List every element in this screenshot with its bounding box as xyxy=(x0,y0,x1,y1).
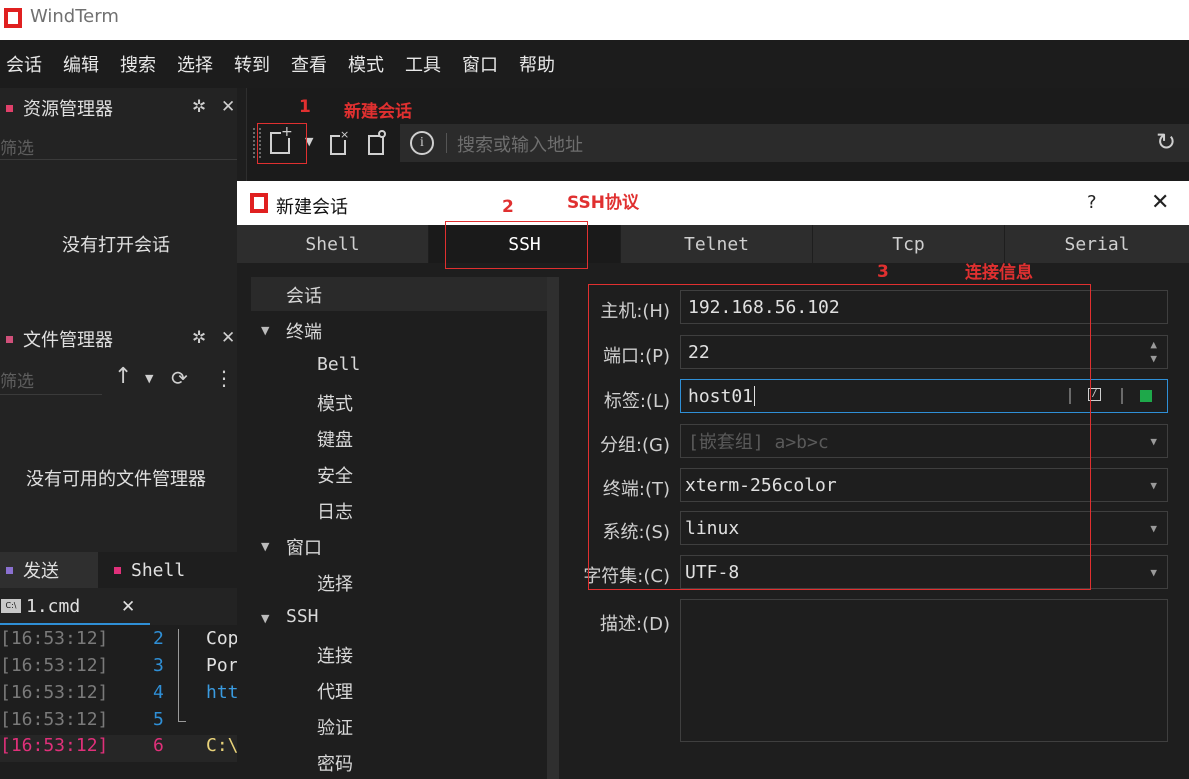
menu-window[interactable]: 窗口 xyxy=(462,51,498,77)
tree-item-auth[interactable]: 验证 xyxy=(317,714,353,740)
tab-send[interactable]: 发送 xyxy=(0,552,98,588)
tree-item-keyboard[interactable]: 键盘 xyxy=(317,426,353,452)
pane-marker-icon xyxy=(6,566,13,574)
menu-mode[interactable]: 模式 xyxy=(348,51,384,77)
chevron-down-icon[interactable]: ▼ xyxy=(1150,352,1157,365)
refresh-icon[interactable]: ⟳ xyxy=(171,366,188,390)
chevron-down-icon[interactable]: ▼ xyxy=(1150,522,1157,535)
info-icon[interactable]: i xyxy=(410,131,434,155)
close-icon[interactable]: ✕ xyxy=(121,597,135,617)
tab-shell-label: Shell xyxy=(131,559,186,581)
tree-item-bell[interactable]: Bell xyxy=(317,354,360,375)
annotation-box-3 xyxy=(588,284,1091,590)
pane-marker-icon xyxy=(6,104,13,112)
pane-marker-icon xyxy=(114,566,121,574)
tree-item-selection[interactable]: 选择 xyxy=(317,570,353,596)
chevron-down-icon[interactable]: ▼ xyxy=(261,540,269,553)
annotation-number-2: 2 xyxy=(502,197,514,217)
tree-item-password[interactable]: 密码 xyxy=(317,750,353,776)
divider xyxy=(446,133,447,153)
chevron-down-icon[interactable]: ▼ xyxy=(261,324,269,337)
tree-item-ssh[interactable]: SSH xyxy=(286,606,319,627)
annotation-box-2 xyxy=(445,221,588,269)
app-logo-icon xyxy=(250,193,268,213)
tab-telnet[interactable]: Telnet xyxy=(621,225,813,263)
tree-item-proxy[interactable]: 代理 xyxy=(317,678,353,704)
menu-search[interactable]: 搜索 xyxy=(120,51,156,77)
more-icon[interactable]: ⋮ xyxy=(214,366,234,390)
menu-session[interactable]: 会话 xyxy=(6,51,42,77)
dialog-title: 新建会话 xyxy=(276,197,348,218)
chevron-up-icon[interactable]: ▲ xyxy=(1150,338,1157,351)
close-button[interactable]: ✕ xyxy=(1151,190,1169,215)
settings-tree: 会话 ▼ 终端 Bell 模式 键盘 安全 日志 ▼ 窗口 选择 ▼ SSH 连… xyxy=(251,277,547,779)
file-empty-text: 没有可用的文件管理器 xyxy=(26,469,206,490)
log-view: [16:53:12] 2 Cop [16:53:12] 3 Por [16:53… xyxy=(0,625,239,779)
fold-guide xyxy=(178,721,186,722)
bottom-tab-bar: 发送 Shell xyxy=(0,552,237,588)
arrow-up-icon[interactable]: ↑ xyxy=(114,364,132,389)
address-bar[interactable]: i 搜索或输入地址 ↻ xyxy=(400,124,1189,162)
menu-help[interactable]: 帮助 xyxy=(519,51,555,77)
protocol-tabs: Shell SSH Telnet Tcp Serial xyxy=(237,225,1189,263)
app-logo-icon xyxy=(4,8,22,28)
tree-item-session[interactable]: 会话 xyxy=(286,282,322,308)
description-textarea[interactable] xyxy=(680,599,1168,742)
tab-shell[interactable]: Shell xyxy=(237,225,429,263)
annotation-number-1: 1 xyxy=(299,97,311,117)
pane-marker-icon xyxy=(6,335,13,343)
tree-item-mode[interactable]: 模式 xyxy=(317,390,353,416)
close-session-icon[interactable]: × xyxy=(330,129,350,155)
chevron-down-icon[interactable]: ▼ xyxy=(1150,435,1157,448)
chevron-down-icon[interactable]: ▼ xyxy=(261,612,269,625)
divider xyxy=(1121,388,1123,404)
menu-edit[interactable]: 编辑 xyxy=(63,51,99,77)
file-pane-title: 文件管理器 xyxy=(23,330,113,351)
menu-bar: 会话 编辑 搜索 选择 转到 查看 模式 工具 窗口 帮助 xyxy=(0,40,1189,88)
fold-guide xyxy=(178,629,179,721)
annotation-label-2: SSH协议 xyxy=(567,193,639,213)
menu-goto[interactable]: 转到 xyxy=(234,51,270,77)
chevron-down-icon[interactable]: ▼ xyxy=(1150,479,1157,492)
tree-item-terminal[interactable]: 终端 xyxy=(286,318,322,344)
annotation-number-3: 3 xyxy=(877,262,889,282)
log-row: [16:53:12] 6 C:\ xyxy=(0,735,239,762)
gear-icon[interactable]: ✲ xyxy=(192,97,206,117)
gear-icon[interactable]: ✲ xyxy=(192,328,206,348)
dialog-title-bar: 新建会话 ? ✕ xyxy=(237,181,1189,225)
menu-tools[interactable]: 工具 xyxy=(405,51,441,77)
chevron-down-icon[interactable]: ▼ xyxy=(145,372,153,385)
description-label: 描述:(D) xyxy=(600,614,670,635)
tab-shell[interactable]: Shell xyxy=(98,552,237,588)
color-swatch-icon[interactable] xyxy=(1140,390,1152,402)
resource-filter-input[interactable]: 筛选 xyxy=(0,134,237,160)
tree-scrollbar[interactable] xyxy=(547,277,559,779)
tree-item-window[interactable]: 窗口 xyxy=(286,534,322,560)
help-button[interactable]: ? xyxy=(1087,192,1097,213)
close-icon[interactable]: ✕ xyxy=(221,97,235,117)
cmd-icon: C:\ xyxy=(1,599,21,613)
cmd-tab-label: 1.cmd xyxy=(26,596,81,617)
address-input[interactable]: 搜索或输入地址 xyxy=(457,131,583,157)
refresh-icon[interactable]: ↻ xyxy=(1156,128,1176,156)
tree-item-connection[interactable]: 连接 xyxy=(317,642,353,668)
app-title: WindTerm xyxy=(30,6,119,27)
tree-item-security[interactable]: 安全 xyxy=(317,462,353,488)
close-icon[interactable]: ✕ xyxy=(221,328,235,348)
title-bar: WindTerm xyxy=(0,0,1189,40)
annotation-box-1 xyxy=(257,123,307,164)
duplicate-session-icon[interactable] xyxy=(368,130,386,155)
file-filter-input[interactable]: 筛选 xyxy=(0,367,102,395)
resource-pane-title: 资源管理器 xyxy=(23,99,113,120)
tree-item-log[interactable]: 日志 xyxy=(317,498,353,524)
menu-view[interactable]: 查看 xyxy=(291,51,327,77)
resource-empty-text: 没有打开会话 xyxy=(62,235,170,256)
annotation-label-3: 连接信息 xyxy=(965,263,1033,283)
chevron-down-icon[interactable]: ▼ xyxy=(1150,566,1157,579)
annotation-label-1: 新建会话 xyxy=(344,102,412,122)
menu-select[interactable]: 选择 xyxy=(177,51,213,77)
tab-send-label: 发送 xyxy=(23,561,59,582)
cmd-tab[interactable]: C:\ 1.cmd ✕ xyxy=(0,593,150,625)
